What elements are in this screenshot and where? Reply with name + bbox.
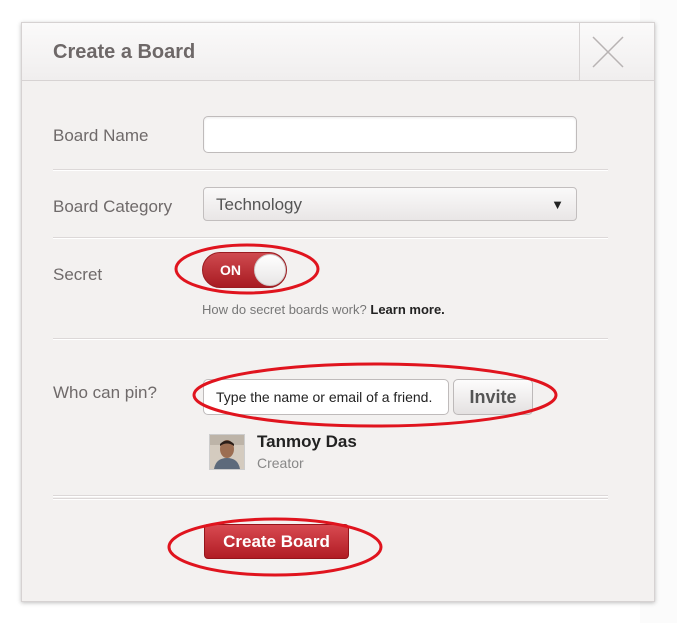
board-name-input[interactable] xyxy=(203,116,577,153)
who-can-pin-label: Who can pin? xyxy=(53,383,157,402)
close-button[interactable] xyxy=(579,23,634,80)
secret-help: How do secret boards work? Learn more. xyxy=(202,302,445,317)
divider xyxy=(53,338,608,340)
secret-toggle[interactable]: ON xyxy=(202,252,287,288)
toggle-state-label: ON xyxy=(220,262,241,278)
dialog-title: Create a Board xyxy=(53,41,196,63)
learn-more-link[interactable]: Learn more. xyxy=(370,302,444,317)
board-category-value: Technology xyxy=(216,195,303,214)
divider xyxy=(53,237,608,239)
secret-label: Secret xyxy=(53,265,103,284)
secret-help-text: How do secret boards work? xyxy=(202,302,367,317)
creator-role: Creator xyxy=(257,455,304,471)
divider xyxy=(53,498,608,500)
divider xyxy=(53,169,608,171)
invite-button[interactable]: Invite xyxy=(453,379,533,415)
create-board-button[interactable]: Create Board xyxy=(204,524,349,559)
avatar xyxy=(209,434,245,470)
dialog-header: Create a Board xyxy=(22,23,654,81)
create-board-dialog: Create a Board Board Name Board Category… xyxy=(21,22,655,602)
board-category-label: Board Category xyxy=(53,197,173,216)
divider xyxy=(53,495,608,497)
board-category-select[interactable]: Technology ▼ xyxy=(203,187,577,221)
creator-name: Tanmoy Das xyxy=(257,432,357,451)
board-name-label: Board Name xyxy=(53,126,149,145)
toggle-knob xyxy=(254,254,286,286)
avatar-photo xyxy=(210,435,244,469)
chevron-down-icon: ▼ xyxy=(551,197,564,212)
close-x-icon xyxy=(592,36,624,68)
invite-friend-input[interactable]: Type the name or email of a friend. xyxy=(203,379,449,415)
